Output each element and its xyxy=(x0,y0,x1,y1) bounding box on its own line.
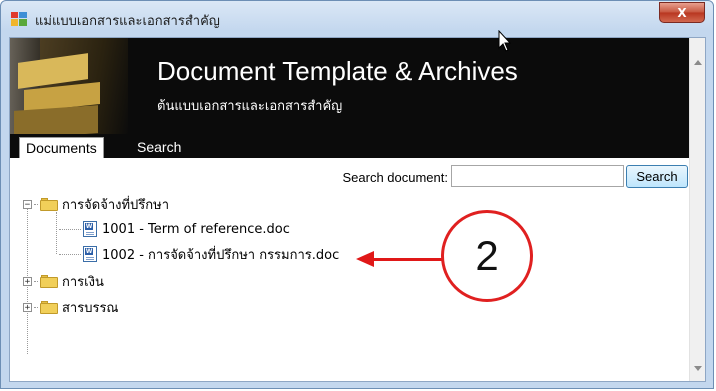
tab-documents[interactable]: Documents xyxy=(19,137,104,158)
folder-icon xyxy=(40,274,58,288)
tab-strip: Documents Search xyxy=(10,134,690,158)
search-row: Search document: Search xyxy=(10,162,690,190)
tree-node-folder[interactable]: − การจัดจ้างที่ปรึกษา xyxy=(23,194,169,214)
app-window-icon xyxy=(11,12,27,26)
search-button[interactable]: Search xyxy=(626,165,688,188)
word-document-icon: W xyxy=(83,221,97,237)
callout-number: 2 xyxy=(441,210,533,302)
mouse-pointer-icon xyxy=(498,30,512,52)
tree-node-label: 1001 - Term of reference.doc xyxy=(102,221,290,237)
expand-icon[interactable]: + xyxy=(23,276,32,286)
app-window: แม่แบบเอกสารและเอกสารสำคัญ X Document Te… xyxy=(0,0,714,389)
tree-node-folder[interactable]: + การเงิน xyxy=(23,271,104,291)
scroll-down-icon[interactable] xyxy=(694,366,702,371)
vertical-scrollbar[interactable] xyxy=(689,38,705,381)
tree-node-label: สารบรรณ xyxy=(62,300,119,316)
word-document-icon: W xyxy=(83,246,97,262)
tree-node-label: 1002 - การจัดจ้างที่ปรึกษา กรรมการ.doc xyxy=(102,247,340,263)
tree-node-folder[interactable]: + สารบรรณ xyxy=(23,297,119,317)
banner-subtitle: ต้นแบบเอกสารและเอกสารสำคัญ xyxy=(157,99,343,114)
scroll-up-icon[interactable] xyxy=(694,60,702,65)
close-button[interactable]: X xyxy=(659,2,705,23)
banner-title: Document Template & Archives xyxy=(157,56,518,86)
tab-search[interactable]: Search xyxy=(131,137,187,158)
close-icon: X xyxy=(677,5,687,20)
folder-icon xyxy=(40,197,58,211)
callout-arrow xyxy=(372,258,443,261)
search-input[interactable] xyxy=(451,165,624,187)
collapse-icon[interactable]: − xyxy=(23,199,32,209)
expand-icon[interactable]: + xyxy=(23,302,32,312)
document-tree: − การจัดจ้างที่ปรึกษา W 1001 - Term of r… xyxy=(10,190,690,380)
folder-icon xyxy=(40,300,58,314)
tree-node-file[interactable]: W 1001 - Term of reference.doc xyxy=(57,219,290,239)
tree-node-label: การเงิน xyxy=(62,274,104,290)
title-bar[interactable]: แม่แบบเอกสารและเอกสารสำคัญ X xyxy=(1,1,713,37)
window-title: แม่แบบเอกสารและเอกสารสำคัญ xyxy=(35,14,220,29)
tree-node-label: การจัดจ้างที่ปรึกษา xyxy=(62,197,170,213)
client-area: Document Template & Archives ต้นแบบเอกสา… xyxy=(9,37,706,382)
file-cabinet-image xyxy=(10,38,128,142)
header-banner: Document Template & Archives ต้นแบบเอกสา… xyxy=(10,38,690,142)
tree-node-file[interactable]: W 1002 - การจัดจ้างที่ปรึกษา กรรมการ.doc xyxy=(57,244,339,264)
search-label: Search document: xyxy=(342,170,448,185)
arrow-left-icon xyxy=(356,251,374,267)
